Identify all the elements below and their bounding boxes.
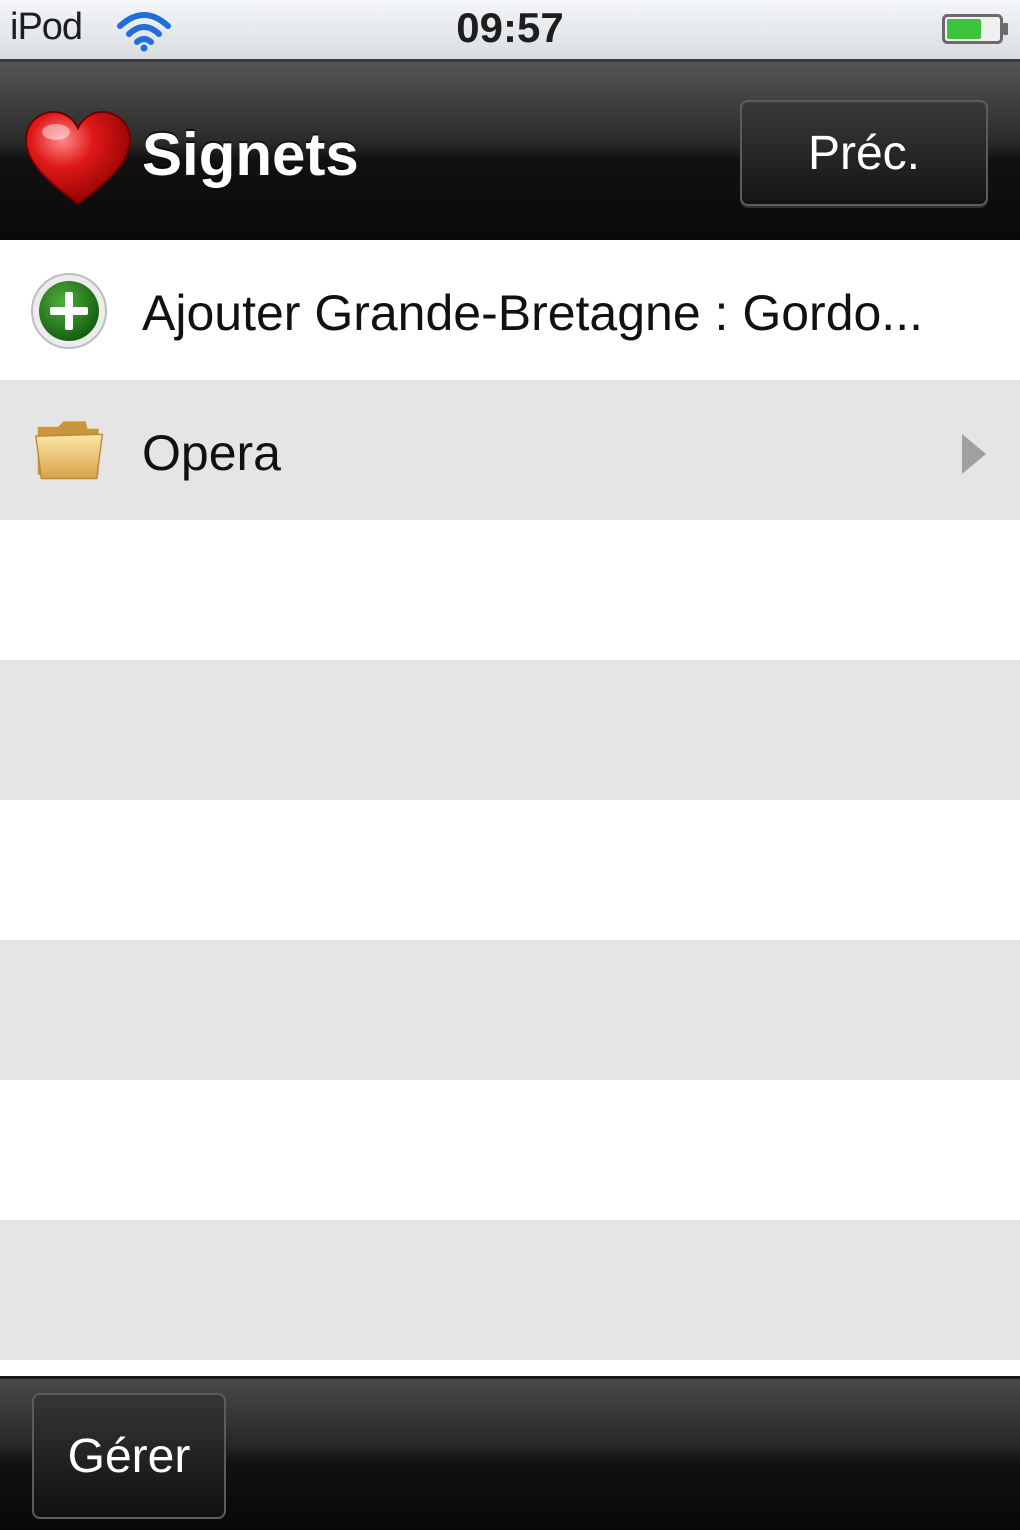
list-item-add-bookmark[interactable]: Ajouter Grande-Bretagne : Gordo...: [0, 240, 1020, 380]
navigation-bar: Signets Préc.: [0, 62, 1020, 240]
list-item-empty: [0, 1080, 1020, 1220]
folder-icon: [35, 421, 104, 480]
battery-icon: [942, 14, 1008, 44]
list-item-folder-opera[interactable]: Opera: [0, 380, 1020, 520]
bookmark-list: Ajouter Grande-Bretagne : Gordo... Opera: [0, 240, 1020, 1380]
bottom-toolbar: Gérer: [0, 1376, 1020, 1530]
add-icon: [31, 273, 107, 349]
list-item-empty: [0, 660, 1020, 800]
chevron-right-icon: [962, 434, 986, 474]
page-title: Signets: [142, 121, 359, 188]
status-bar: iPod 09:57: [0, 0, 1020, 62]
list-item-empty: [0, 940, 1020, 1080]
list-item-empty: [0, 1220, 1020, 1360]
list-item-label: Ajouter Grande-Bretagne : Gordo...: [142, 285, 923, 341]
back-button[interactable]: Préc.: [740, 100, 988, 206]
manage-button[interactable]: Gérer: [32, 1393, 226, 1519]
list-item-label: Opera: [142, 425, 281, 481]
heart-icon: [24, 110, 132, 206]
list-item-empty: [0, 800, 1020, 940]
list-item-empty: [0, 520, 1020, 660]
status-time: 09:57: [456, 4, 564, 51]
